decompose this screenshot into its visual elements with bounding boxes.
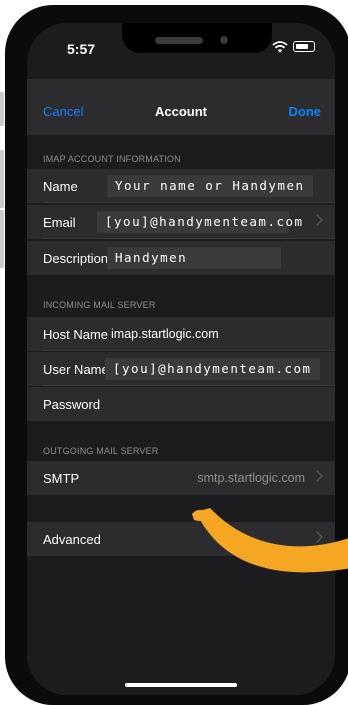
- advanced-label: Advanced: [43, 532, 101, 547]
- name-label: Name: [43, 179, 78, 194]
- volume-up-button: [0, 150, 4, 208]
- user-name-label: User Name: [43, 362, 109, 377]
- incoming-section-header: INCOMING MAIL SERVER: [43, 300, 156, 310]
- front-camera: [220, 36, 228, 44]
- row-divider: [43, 350, 335, 351]
- host-name-field[interactable]: imap.startlogic.com: [111, 323, 219, 345]
- wifi-icon: [272, 41, 288, 53]
- host-name-row[interactable]: Host Name imap.startlogic.com: [27, 317, 335, 351]
- status-time: 5:57: [67, 41, 96, 57]
- smtp-label: SMTP: [43, 471, 80, 486]
- row-divider: [43, 202, 335, 203]
- ringer-switch: [0, 92, 4, 126]
- row-divider: [43, 385, 335, 386]
- imap-section-header: IMAP ACCOUNT INFORMATION: [43, 154, 181, 164]
- account-sheet: Cancel Account Done IMAP ACCOUNT INFORMA…: [27, 79, 335, 695]
- description-field[interactable]: Handymen: [107, 247, 281, 269]
- speaker-grille: [155, 37, 203, 44]
- name-row[interactable]: Name Your name or Handymen: [27, 169, 335, 203]
- email-label: Email: [43, 215, 76, 230]
- nav-bar: Cancel Account Done: [27, 79, 335, 135]
- battery-icon: [293, 41, 315, 52]
- phone-screen: 5:57 Cancel Account Done IMAP ACCOUNT IN…: [27, 23, 335, 695]
- user-name-field[interactable]: [you]@handymenteam.com: [105, 358, 320, 380]
- password-row[interactable]: Password: [27, 387, 335, 421]
- description-label: Description: [43, 251, 109, 266]
- smtp-row[interactable]: SMTP smtp.startlogic.com: [27, 461, 335, 495]
- name-field[interactable]: Your name or Handymen: [107, 175, 313, 197]
- user-name-row[interactable]: User Name [you]@handymenteam.com: [27, 352, 335, 386]
- smtp-value: smtp.startlogic.com: [197, 471, 305, 485]
- email-row[interactable]: Email [you]@handymenteam.com: [27, 205, 335, 239]
- row-divider: [43, 238, 335, 239]
- advanced-row[interactable]: Advanced: [27, 522, 335, 556]
- chevron-right-icon: [311, 214, 323, 226]
- description-row[interactable]: Description Handymen: [27, 241, 335, 275]
- host-name-label: Host Name: [43, 327, 109, 342]
- status-bar: 5:57: [27, 23, 335, 71]
- email-field[interactable]: [you]@handymenteam.com: [97, 211, 302, 233]
- phone-frame: 5:57 Cancel Account Done IMAP ACCOUNT IN…: [5, 5, 348, 705]
- home-indicator: [125, 683, 237, 687]
- volume-down-button: [0, 210, 4, 268]
- done-button[interactable]: Done: [289, 104, 322, 119]
- outgoing-section-header: OUTGOING MAIL SERVER: [43, 446, 159, 456]
- chevron-right-icon: [311, 531, 323, 543]
- chevron-right-icon: [311, 470, 323, 482]
- password-label: Password: [43, 397, 101, 412]
